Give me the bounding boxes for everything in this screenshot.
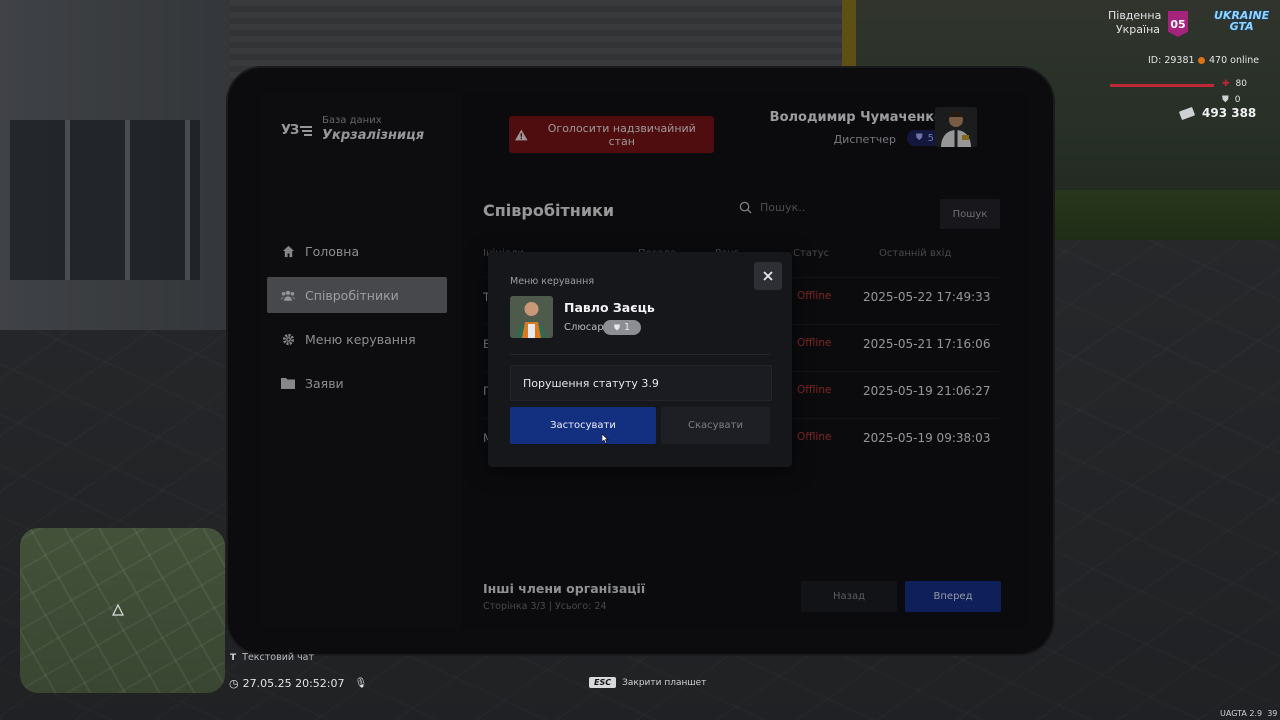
shield-icon: ⛊ xyxy=(1222,95,1229,105)
cash-icon xyxy=(1178,106,1196,120)
cancel-button[interactable]: Скасувати xyxy=(661,407,770,444)
column-header: Останній вхід xyxy=(879,248,952,259)
sidebar: УЗ База даних Укрзалізниця Головна Співр… xyxy=(261,93,462,628)
sidebar-item-label: Меню керування xyxy=(305,331,416,347)
control-menu-modal: Меню керування Павло Заєць Слюсар ⛊1 Зас… xyxy=(488,252,792,467)
player-id: ID: 29381 xyxy=(1148,55,1195,66)
health-cross-icon: ✚ xyxy=(1222,79,1230,89)
employee-avatar xyxy=(510,296,553,338)
reason-input[interactable] xyxy=(510,365,772,401)
server-number-badge: 05 xyxy=(1168,11,1188,37)
pagination-info: Сторінка 3/3 | Усього: 24 xyxy=(483,601,607,612)
others-title: Інші члени організації xyxy=(483,581,646,596)
user-avatar xyxy=(935,107,977,147)
app-title: Укрзалізниця xyxy=(322,128,425,143)
mouse-cursor-icon xyxy=(602,434,609,444)
keyboard-t-icon: T xyxy=(230,652,237,663)
armor-value: ⛊ 0 xyxy=(1222,95,1241,105)
employee-name: Павло Заєць xyxy=(564,300,655,315)
uz-logo-icon xyxy=(300,125,313,136)
search-input[interactable] xyxy=(758,200,922,215)
version: UAGTA 2.9 39 xyxy=(1220,709,1278,718)
online-counter: 470 online xyxy=(1198,55,1259,66)
home-icon xyxy=(281,244,295,258)
close-tablet-hint: ESC Закрити планшет xyxy=(589,677,706,688)
row-last-login: 2025-05-19 09:38:03 xyxy=(863,431,991,445)
player-arrow-icon xyxy=(112,604,124,616)
datetime: ◷ 27.05.25 20:52:07 🎙 xyxy=(229,677,368,690)
sidebar-item-home[interactable]: Головна xyxy=(267,233,447,269)
uz-logo: УЗ xyxy=(281,123,313,138)
status-badge: Offline xyxy=(797,290,832,302)
health-value: ✚ 80 xyxy=(1222,79,1247,89)
close-icon xyxy=(763,271,773,281)
sidebar-item-control-menu[interactable]: Меню керування xyxy=(267,321,447,357)
row-last-login: 2025-05-22 17:49:33 xyxy=(863,290,991,304)
sidebar-item-label: Головна xyxy=(305,243,360,259)
search-icon xyxy=(739,201,752,214)
online-dot-icon xyxy=(1198,57,1205,64)
gear-icon xyxy=(281,332,295,346)
next-button[interactable]: Вперед xyxy=(905,581,1001,612)
apply-button[interactable]: Застосувати xyxy=(510,407,656,444)
sidebar-item-applications[interactable]: Заяви xyxy=(267,365,447,401)
row-last-login: 2025-05-19 21:06:27 xyxy=(863,384,991,398)
users-icon xyxy=(281,288,295,302)
close-button[interactable] xyxy=(754,262,782,290)
shield-icon: ⛊ xyxy=(915,133,923,143)
chat-hint: T Текстовий чат xyxy=(230,652,315,663)
warning-icon xyxy=(515,129,528,140)
user-role: Диспетчер xyxy=(833,133,896,146)
server-name: Південна Україна xyxy=(1108,9,1162,36)
status-badge: Offline xyxy=(797,337,832,349)
health-bar xyxy=(1110,84,1214,87)
sidebar-item-label: Заяви xyxy=(305,375,344,391)
search xyxy=(739,200,922,215)
declare-emergency-button[interactable]: Оголосити надзвичайний стан xyxy=(509,116,714,153)
search-button[interactable]: Пошук xyxy=(940,199,1000,229)
game-logo: UKRAINE GTA xyxy=(1214,9,1270,33)
user-name: Володимир Чумаченко xyxy=(769,110,943,125)
employee-role: Слюсар xyxy=(564,322,604,333)
esc-key: ESC xyxy=(589,677,617,688)
status-badge: Offline xyxy=(797,384,832,396)
column-header: Статус xyxy=(793,248,830,259)
employee-rank-badge: ⛊ 1 xyxy=(603,320,642,335)
status-badge: Offline xyxy=(797,431,832,443)
row-last-login: 2025-05-21 17:16:06 xyxy=(863,337,991,351)
folder-icon xyxy=(281,376,295,390)
app-subtitle: База даних xyxy=(322,115,382,126)
sidebar-item-label: Співробітники xyxy=(305,287,399,303)
divider xyxy=(510,354,770,355)
minimap xyxy=(20,528,225,693)
clock-icon: ◷ xyxy=(229,677,239,690)
sidebar-nav: Головна Співробітники Меню керування Зая… xyxy=(267,233,447,409)
modal-title: Меню керування xyxy=(510,276,595,287)
microphone-icon: 🎙 xyxy=(354,678,368,689)
money-value: 493 388 xyxy=(1178,106,1256,120)
sidebar-item-employees[interactable]: Співробітники xyxy=(267,277,447,313)
page-title: Співробітники xyxy=(483,201,615,220)
back-button[interactable]: Назад xyxy=(801,581,897,612)
shield-icon: ⛊ xyxy=(614,322,620,332)
